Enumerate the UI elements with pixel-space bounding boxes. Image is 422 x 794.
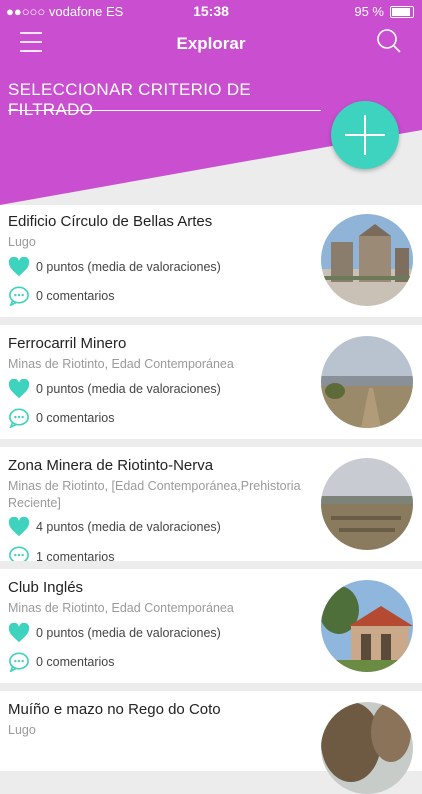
place-name: Edificio Círculo de Bellas Artes	[8, 213, 213, 230]
place-name: Zona Minera de Riotinto-Nerva	[8, 457, 214, 474]
place-photo	[321, 580, 413, 672]
comments-row: 1 comentarios	[8, 546, 115, 561]
search-icon[interactable]	[376, 28, 402, 54]
place-name: Muíño e mazo no Rego do Coto	[8, 701, 221, 718]
comments-row: 0 comentarios	[8, 652, 115, 672]
list-item[interactable]: Edificio Círculo de Bellas Artes Lugo 0 …	[0, 205, 422, 317]
battery-indicator: 95 %	[354, 4, 414, 19]
heart-icon	[8, 623, 30, 643]
rating-row: 0 puntos (media de valoraciones)	[8, 257, 221, 277]
comments-text: 0 comentarios	[36, 411, 115, 425]
place-location: Minas de Riotinto, Edad Contemporánea	[8, 357, 234, 371]
place-name: Ferrocarril Minero	[8, 335, 127, 352]
comments-row: 0 comentarios	[8, 286, 115, 306]
comments-text: 0 comentarios	[36, 655, 115, 669]
place-photo	[321, 214, 413, 306]
page-title: Explorar	[176, 34, 246, 53]
comment-icon	[9, 408, 29, 428]
rating-text: 0 puntos (media de valoraciones)	[36, 260, 221, 274]
rating-row: 0 puntos (media de valoraciones)	[8, 623, 221, 643]
heart-icon	[8, 379, 30, 399]
rating-row: 4 puntos (media de valoraciones)	[8, 517, 221, 537]
heart-icon	[8, 257, 30, 277]
place-location: Minas de Riotinto, Edad Contemporánea	[8, 601, 234, 615]
place-photo	[321, 336, 413, 428]
comment-icon	[9, 652, 29, 672]
rating-row: 0 puntos (media de valoraciones)	[8, 379, 221, 399]
navbar: Explorar	[0, 28, 422, 60]
list-item[interactable]: Muíño e mazo no Rego do Coto Lugo	[0, 691, 422, 794]
comment-icon	[9, 286, 29, 306]
comments-row: 0 comentarios	[8, 408, 115, 428]
battery-icon	[390, 5, 414, 18]
place-photo	[321, 458, 413, 550]
place-location: Lugo	[8, 235, 36, 249]
list-item[interactable]: Zona Minera de Riotinto-Nerva Minas de R…	[0, 447, 422, 561]
list-item[interactable]: Ferrocarril Minero Minas de Riotinto, Ed…	[0, 325, 422, 439]
comments-text: 0 comentarios	[36, 289, 115, 303]
heart-icon	[8, 517, 30, 537]
status-bar: ●●○○○ vodafone ES 15:38 95 %	[0, 0, 422, 22]
place-name: Club Inglés	[8, 579, 84, 596]
add-button[interactable]	[331, 101, 399, 169]
comment-icon	[9, 546, 29, 561]
place-location: Lugo	[8, 723, 36, 737]
battery-percent: 95 %	[354, 4, 384, 19]
comments-text: 1 comentarios	[36, 550, 115, 561]
header: ●●○○○ vodafone ES 15:38 95 % Explorar SE…	[0, 0, 422, 205]
rating-text: 0 puntos (media de valoraciones)	[36, 382, 221, 396]
list-item[interactable]: Club Inglés Minas de Riotinto, Edad Cont…	[0, 569, 422, 683]
place-photo	[321, 702, 413, 794]
rating-text: 0 puntos (media de valoraciones)	[36, 626, 221, 640]
filter-selector[interactable]: SELECCIONAR CRITERIO DE FILTRADO	[8, 80, 321, 119]
place-location: Minas de Riotinto, [Edad Contemporánea,P…	[8, 479, 301, 510]
rating-text: 4 puntos (media de valoraciones)	[36, 520, 221, 534]
